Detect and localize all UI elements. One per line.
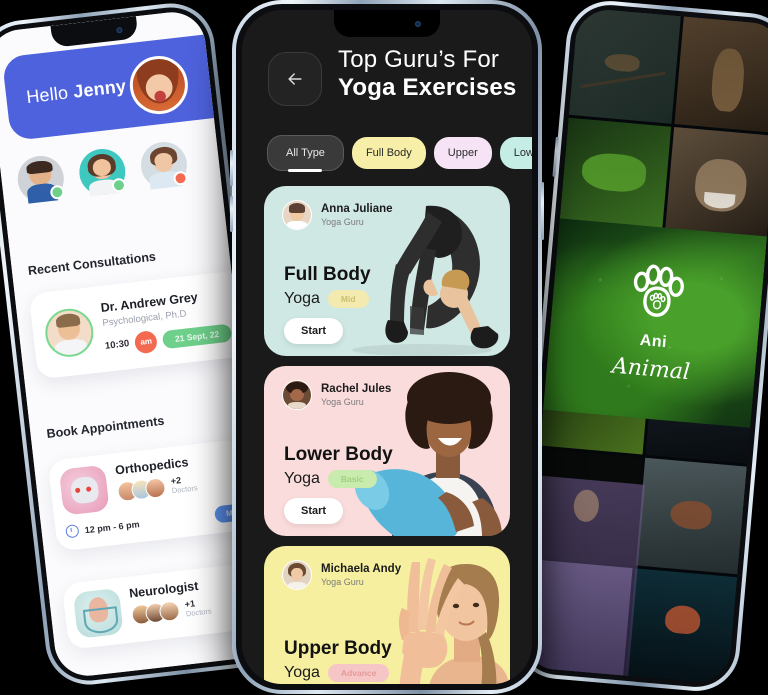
paw-print-icon	[622, 258, 694, 330]
exercise-title: Lower Body	[284, 444, 393, 465]
exercise-card-upper-body[interactable]: Michaela Andy Yoga Guru Upper Body Yoga …	[264, 546, 510, 684]
book-appointments-title: Book Appointments	[45, 413, 165, 441]
guru-name: Rachel Jules	[321, 383, 392, 395]
exercise-level-badge: Mid	[327, 290, 369, 308]
doctor-avatar-3[interactable]	[138, 139, 190, 191]
neurologist-thumbnail-icon	[72, 587, 124, 639]
appointment-hours: 12 pm - 6 pm	[84, 518, 140, 535]
consultation-meridiem-badge: am	[133, 329, 159, 354]
guru-name: Anna Juliane	[321, 203, 393, 215]
arrow-left-icon	[288, 73, 302, 85]
front-camera-icon	[414, 21, 421, 28]
right-phone-device: Ani Animal	[510, 0, 768, 695]
animal-brand-block: Ani Animal	[546, 252, 764, 391]
front-camera-icon	[115, 27, 123, 34]
center-phone-volume-up-button[interactable]	[230, 150, 233, 186]
consultation-time: 10:30	[104, 338, 130, 352]
guru-avatar	[282, 560, 312, 590]
consultation-card[interactable]: Dr. Andrew Grey Psychological, Ph.D 10:3…	[28, 269, 256, 380]
center-phone-volume-down-button[interactable]	[230, 196, 233, 232]
guru-info: Rachel Jules Yoga Guru	[282, 380, 391, 410]
filter-chip-upper[interactable]: Upper	[433, 137, 492, 169]
exercise-subtitle: Yoga	[284, 290, 320, 307]
filter-chip-lower[interactable]: Lower	[499, 137, 532, 169]
guru-avatar	[282, 200, 312, 230]
doctor-status-row	[15, 139, 190, 205]
scene-root: Hello Jenny Recent Consultations Dr. And…	[0, 0, 768, 695]
exercise-title: Full Body	[284, 264, 371, 285]
greeting-name: Jenny	[72, 75, 128, 102]
back-button[interactable]	[268, 52, 322, 106]
guru-role: Yoga Guru	[321, 397, 364, 407]
exercise-subtitle-row: Yoga Basic	[284, 470, 377, 488]
consultation-info: Dr. Andrew Grey Psychological, Ph.D 10:3…	[100, 286, 233, 357]
greeting-prefix: Hello	[25, 81, 75, 107]
filter-chip-all-type[interactable]: All Type	[267, 135, 344, 171]
orthopedics-thumbnail-icon	[58, 464, 110, 516]
exercise-subtitle-row: Yoga Mid	[284, 290, 369, 308]
center-phone-screen: Top Guru’s For Yoga Exercises All Type F…	[242, 10, 532, 684]
guru-name: Michaela Andy	[321, 563, 402, 575]
exercise-card-full-body[interactable]: Anna Juliane Yoga Guru Full Body Yoga Mi…	[264, 186, 510, 356]
center-phone-power-button[interactable]	[541, 182, 544, 240]
consultation-doctor-avatar	[42, 306, 96, 360]
consultation-date-badge: 21 Sept, 22	[162, 323, 233, 349]
start-button[interactable]: Start	[284, 318, 344, 344]
exercise-subtitle-row: Yoga Advance	[284, 664, 390, 682]
status-badge	[172, 170, 189, 186]
exercise-card-lower-body[interactable]: Rachel Jules Yoga Guru Lower Body Yoga B…	[264, 366, 510, 536]
consultation-meta: 10:30 am 21 Sept, 22	[104, 321, 233, 357]
center-phone-device: Top Guru’s For Yoga Exercises All Type F…	[230, 0, 544, 694]
yoga-app: Top Guru’s For Yoga Exercises All Type F…	[242, 10, 532, 684]
avatar[interactable]	[126, 52, 191, 118]
exercise-level-badge: Basic	[327, 470, 377, 488]
extra-doctors-count: +1 Doctors	[184, 598, 212, 618]
filter-chip-row: All Type Full Body Upper Lower	[267, 135, 532, 171]
exercise-title: Upper Body	[284, 638, 392, 659]
exercise-subtitle: Yoga	[284, 664, 320, 681]
guru-info: Michaela Andy Yoga Guru	[282, 560, 401, 590]
extra-doctors-label: Doctors	[171, 483, 199, 495]
clock-icon	[65, 524, 80, 539]
page-title-line2: Yoga Exercises	[338, 74, 517, 102]
status-badge	[111, 177, 127, 193]
extra-doctors-count: +2 Doctors	[170, 475, 199, 495]
right-phone-screen: Ani Animal	[520, 7, 768, 685]
guru-avatar	[282, 380, 312, 410]
filter-chip-full-body[interactable]: Full Body	[351, 137, 426, 169]
recent-consultations-title: Recent Consultations	[27, 249, 157, 279]
status-badge	[49, 184, 66, 200]
guru-role: Yoga Guru	[321, 577, 364, 587]
center-phone-notch	[334, 10, 440, 37]
animal-app: Ani Animal	[520, 7, 768, 685]
greeting-text: Hello Jenny	[25, 75, 127, 107]
exercise-subtitle: Yoga	[284, 470, 320, 487]
greeting-banner: Hello Jenny	[1, 32, 234, 142]
page-title: Top Guru’s For Yoga Exercises	[338, 46, 522, 103]
exercise-level-badge: Advance	[327, 664, 390, 682]
start-button[interactable]: Start	[284, 498, 344, 524]
extra-doctors-label: Doctors	[185, 606, 213, 619]
guru-info: Anna Juliane Yoga Guru	[282, 200, 393, 230]
page-title-line1: Top Guru’s For	[338, 46, 500, 73]
doctor-avatar-2[interactable]	[76, 146, 128, 198]
doctor-avatar-1[interactable]	[15, 153, 67, 205]
guru-role: Yoga Guru	[321, 217, 364, 227]
